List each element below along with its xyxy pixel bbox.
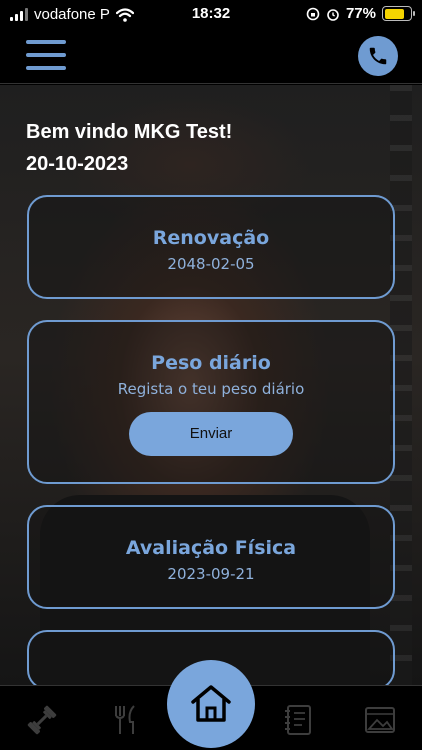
home-icon	[191, 685, 231, 722]
whatsapp-button[interactable]	[358, 36, 398, 76]
alarm-icon	[327, 8, 339, 21]
app-bar	[0, 30, 422, 84]
nav-workouts[interactable]	[20, 698, 64, 742]
card-title: Peso diário	[151, 352, 271, 374]
card-title: Renovação	[152, 227, 270, 249]
physical-assessment-card[interactable]: Avaliação Física 2023-09-21	[27, 505, 395, 609]
rotation-lock-icon	[306, 7, 320, 20]
welcome-block: Bem vindo MKG Test! 20-10-2023	[26, 116, 232, 180]
status-bar: vodafone P 18:32 77%	[0, 0, 422, 30]
daily-weight-card: Peso diário Regista o teu peso diário En…	[27, 320, 395, 484]
welcome-greeting: Bem vindo MKG Test!	[26, 121, 233, 143]
phone-icon	[369, 47, 387, 65]
battery-percent: 77%	[345, 5, 376, 22]
gallery-icon	[365, 707, 395, 733]
card-title: Avaliação Física	[125, 537, 297, 559]
battery-icon	[382, 6, 415, 21]
menu-button[interactable]	[26, 40, 66, 70]
nav-nutrition[interactable]	[104, 698, 148, 742]
renewal-card[interactable]: Renovação 2048-02-05	[27, 195, 395, 299]
card-subtitle: Regista o teu peso diário	[117, 380, 305, 398]
utensils-icon	[115, 705, 135, 734]
card-subtitle: 2023-09-21	[167, 565, 255, 583]
welcome-date: 20-10-2023	[26, 153, 129, 175]
send-button[interactable]: Enviar	[129, 412, 293, 456]
nav-notebook[interactable]	[276, 698, 320, 742]
home-button[interactable]	[167, 660, 255, 748]
dumbbell-icon	[27, 705, 57, 735]
status-right: 77%	[306, 5, 415, 22]
notebook-icon	[285, 705, 311, 735]
card-subtitle: 2048-02-05	[167, 255, 255, 273]
nav-gallery[interactable]	[358, 698, 402, 742]
